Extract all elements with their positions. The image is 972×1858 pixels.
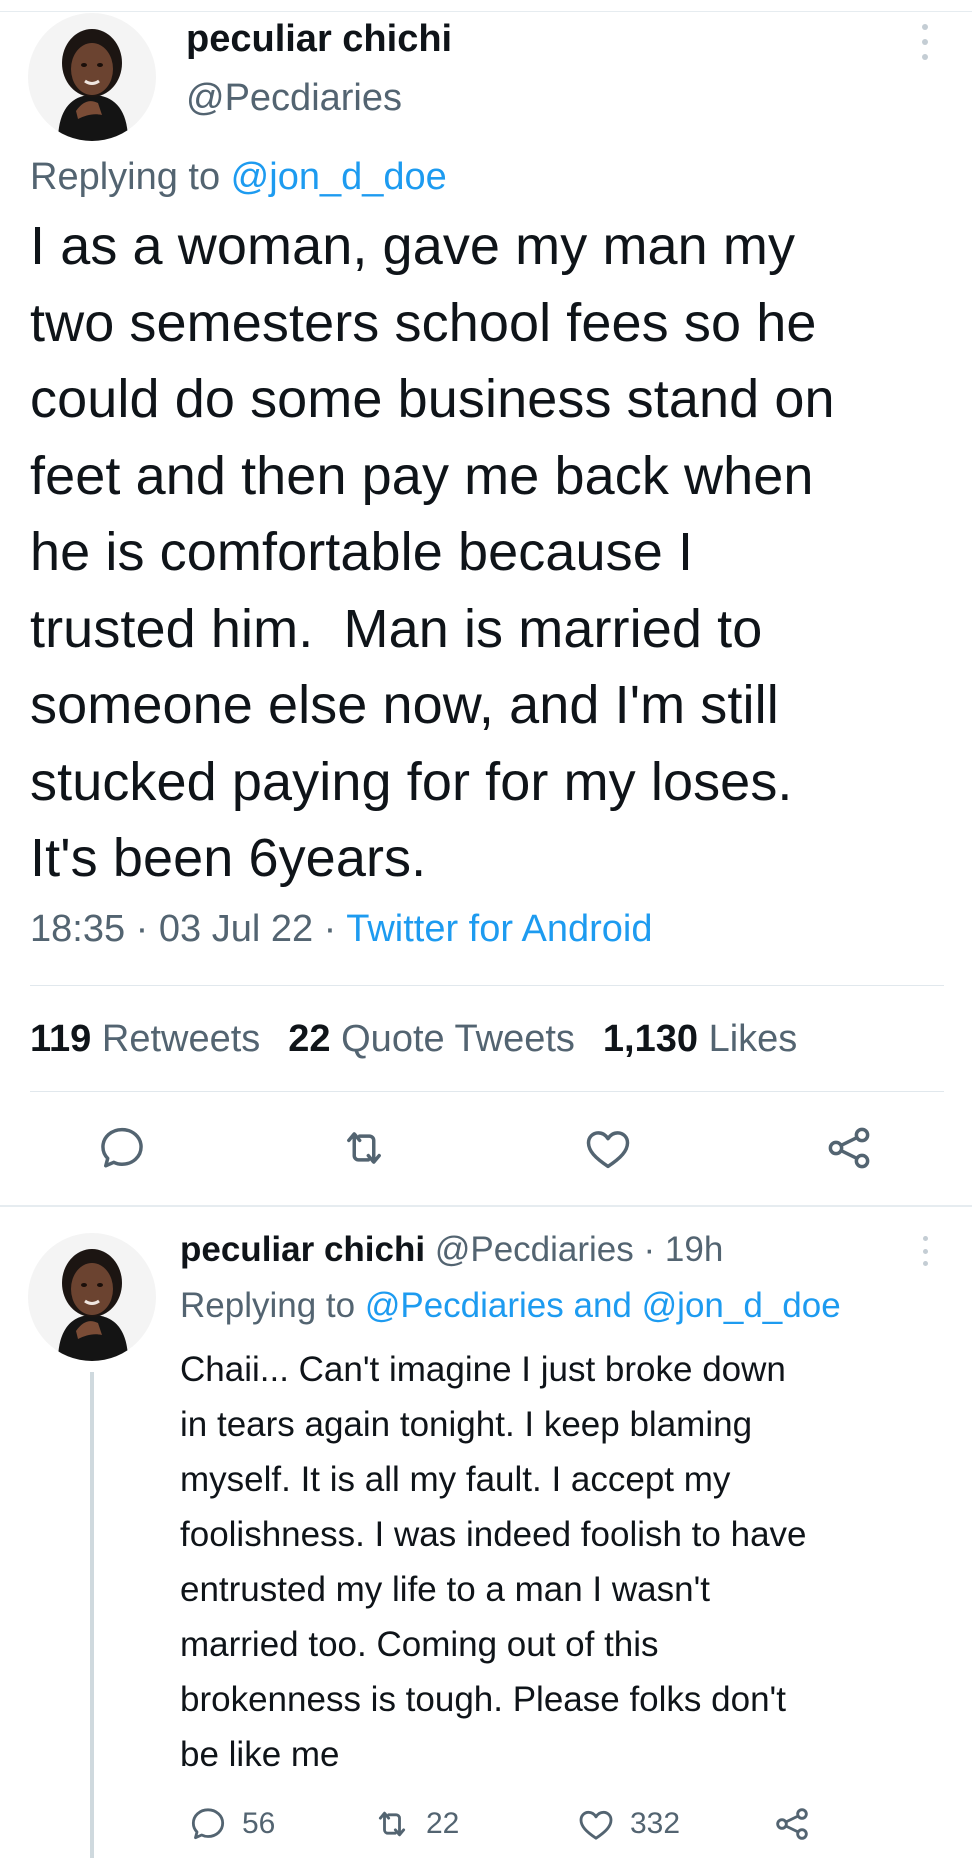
more-options-icon[interactable]	[920, 24, 930, 60]
tweet-text: Chaii... Can't imagine I just broke down…	[180, 1350, 807, 1774]
share-button[interactable]	[772, 1802, 812, 1846]
replying-to-and: and	[563, 1286, 642, 1325]
retweet-count: 22	[426, 1807, 460, 1840]
like-icon	[586, 1131, 630, 1169]
share-icon	[776, 1808, 808, 1840]
tweet-source-link[interactable]: Twitter for Android	[346, 908, 652, 950]
replying-to-label: Replying to	[30, 156, 231, 198]
retweets-stat[interactable]: 119 Retweets	[30, 1018, 260, 1060]
quote-tweets-count: 22	[288, 1018, 331, 1060]
divider	[30, 985, 944, 986]
user-handle[interactable]: @Pecdiaries	[435, 1230, 634, 1269]
retweets-label: Retweets	[101, 1018, 261, 1060]
retweet-icon	[378, 1811, 406, 1837]
tweet-action-bar	[0, 1122, 972, 1178]
section-divider	[0, 1205, 972, 1207]
share-button[interactable]	[823, 1122, 875, 1174]
mention-link[interactable]: @Pecdiaries	[365, 1286, 564, 1325]
like-button[interactable]: 332	[576, 1802, 680, 1846]
meta-separator: ·	[313, 908, 347, 950]
tweet-time[interactable]: 18:35	[30, 908, 125, 950]
likes-stat[interactable]: 1,130 Likes	[603, 1018, 797, 1060]
divider	[30, 1091, 944, 1092]
reply-count: 56	[242, 1807, 276, 1840]
retweet-icon	[347, 1132, 381, 1164]
quote-tweets-stat[interactable]: 22 Quote Tweets	[288, 1018, 575, 1060]
mention-link[interactable]: @jon_d_doe	[642, 1286, 841, 1325]
avatar[interactable]	[28, 1233, 156, 1361]
more-options-icon[interactable]	[920, 1236, 930, 1266]
reply-header: peculiar chichi @Pecdiaries · 19h	[180, 1230, 723, 1270]
main-tweet: peculiar chichi @Pecdiaries Replying to …	[0, 0, 972, 1205]
meta-separator: ·	[633, 1230, 665, 1269]
reply-button[interactable]	[96, 1122, 148, 1174]
display-name[interactable]: peculiar chichi	[186, 18, 452, 61]
quote-tweets-label: Quote Tweets	[341, 1018, 575, 1060]
like-count: 332	[630, 1807, 681, 1840]
thread-line	[90, 1372, 94, 1858]
retweet-button[interactable]	[338, 1122, 390, 1174]
replying-to-label: Replying to	[180, 1286, 365, 1325]
likes-count: 1,130	[602, 1018, 698, 1060]
user-handle[interactable]: @Pecdiaries	[186, 77, 402, 120]
replying-to: Replying to @jon_d_doe	[30, 156, 447, 199]
reply-button[interactable]: 56	[188, 1802, 275, 1846]
retweet-button[interactable]: 22	[372, 1802, 459, 1846]
like-icon	[579, 1810, 613, 1840]
tweet-text: I as a woman, gave my man my two semeste…	[30, 216, 835, 888]
reply-icon	[101, 1127, 143, 1168]
tweet-action-bar: 56 22 332	[0, 1802, 972, 1846]
reply-icon	[191, 1808, 225, 1840]
retweets-count: 119	[30, 1018, 92, 1060]
share-icon	[828, 1127, 870, 1169]
tweet-stats: 119 Retweets 22 Quote Tweets 1,130 Likes	[30, 1018, 797, 1061]
tweet-age[interactable]: 19h	[665, 1230, 723, 1269]
tweet-meta: 18:35 · 03 Jul 22 · Twitter for Android	[30, 908, 652, 951]
display-name[interactable]: peculiar chichi	[180, 1230, 425, 1269]
likes-label: Likes	[708, 1018, 798, 1060]
avatar[interactable]	[28, 13, 156, 141]
tweet-date[interactable]: 03 Jul 22	[159, 908, 313, 950]
meta-separator: ·	[125, 908, 159, 950]
like-button[interactable]	[582, 1122, 634, 1174]
replying-to: Replying to @Pecdiaries and @jon_d_doe	[180, 1286, 841, 1326]
mention-link[interactable]: @jon_d_doe	[231, 156, 447, 198]
profile-photo-icon	[28, 1233, 156, 1361]
profile-photo-icon	[28, 13, 156, 141]
